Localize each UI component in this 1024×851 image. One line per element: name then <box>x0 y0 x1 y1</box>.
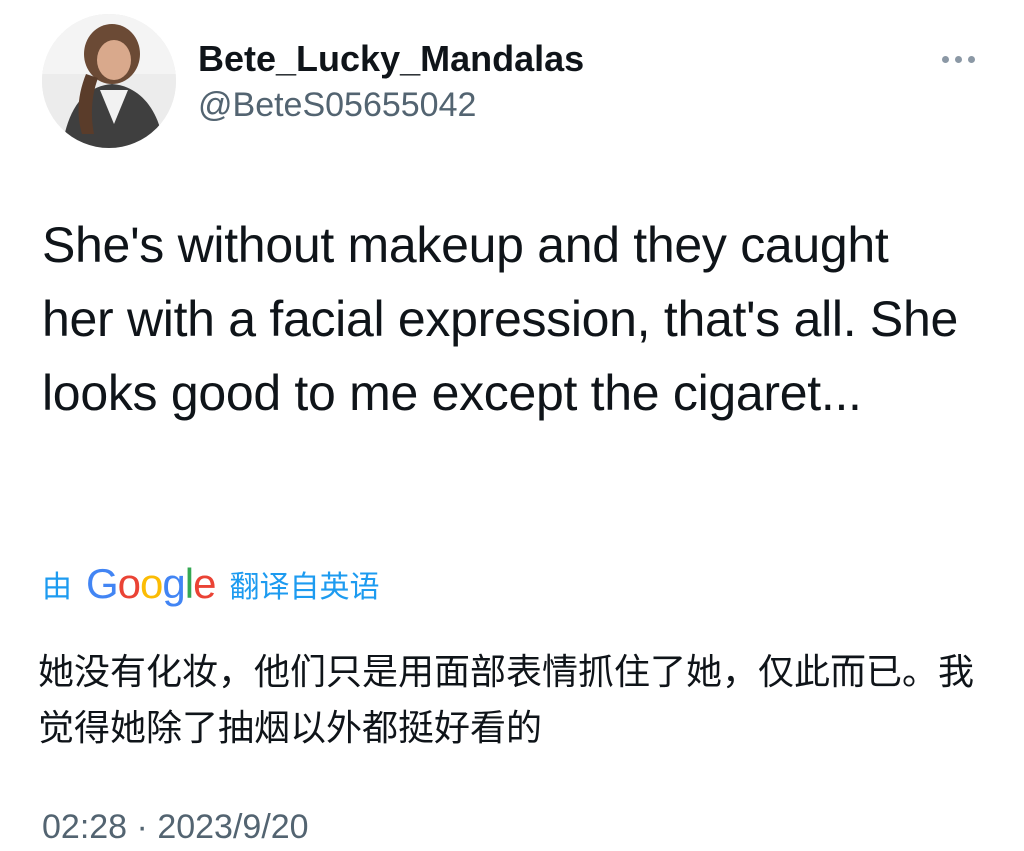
tweet-time: 02:28 <box>42 808 128 846</box>
user-handle[interactable]: @BeteS05655042 <box>198 86 476 125</box>
tweet-timestamp[interactable]: 02:28 · 2023/9/20 <box>42 808 309 847</box>
translated-by-label: 由 <box>42 570 72 605</box>
tweet-text: She's without makeup and they caught her… <box>42 217 958 421</box>
avatar[interactable] <box>42 14 176 148</box>
timestamp-separator: · <box>136 808 148 846</box>
translation-attribution: 由 Google 翻译自英语 <box>42 558 379 610</box>
tweet-date: 2023/9/20 <box>157 808 309 846</box>
display-name[interactable]: Bete_Lucky_Mandalas <box>198 38 584 80</box>
google-logo: Google <box>86 560 216 607</box>
translated-text: 她没有化妆，他们只是用面部表情抓住了她，仅此而已。我觉得她除了抽烟以外都挺好看的 <box>38 652 975 749</box>
more-horizontal-icon <box>941 55 949 63</box>
user-avatar-photo <box>42 14 176 148</box>
translated-from-label[interactable]: 翻译自英语 <box>229 562 379 606</box>
more-options-button[interactable] <box>932 44 984 74</box>
